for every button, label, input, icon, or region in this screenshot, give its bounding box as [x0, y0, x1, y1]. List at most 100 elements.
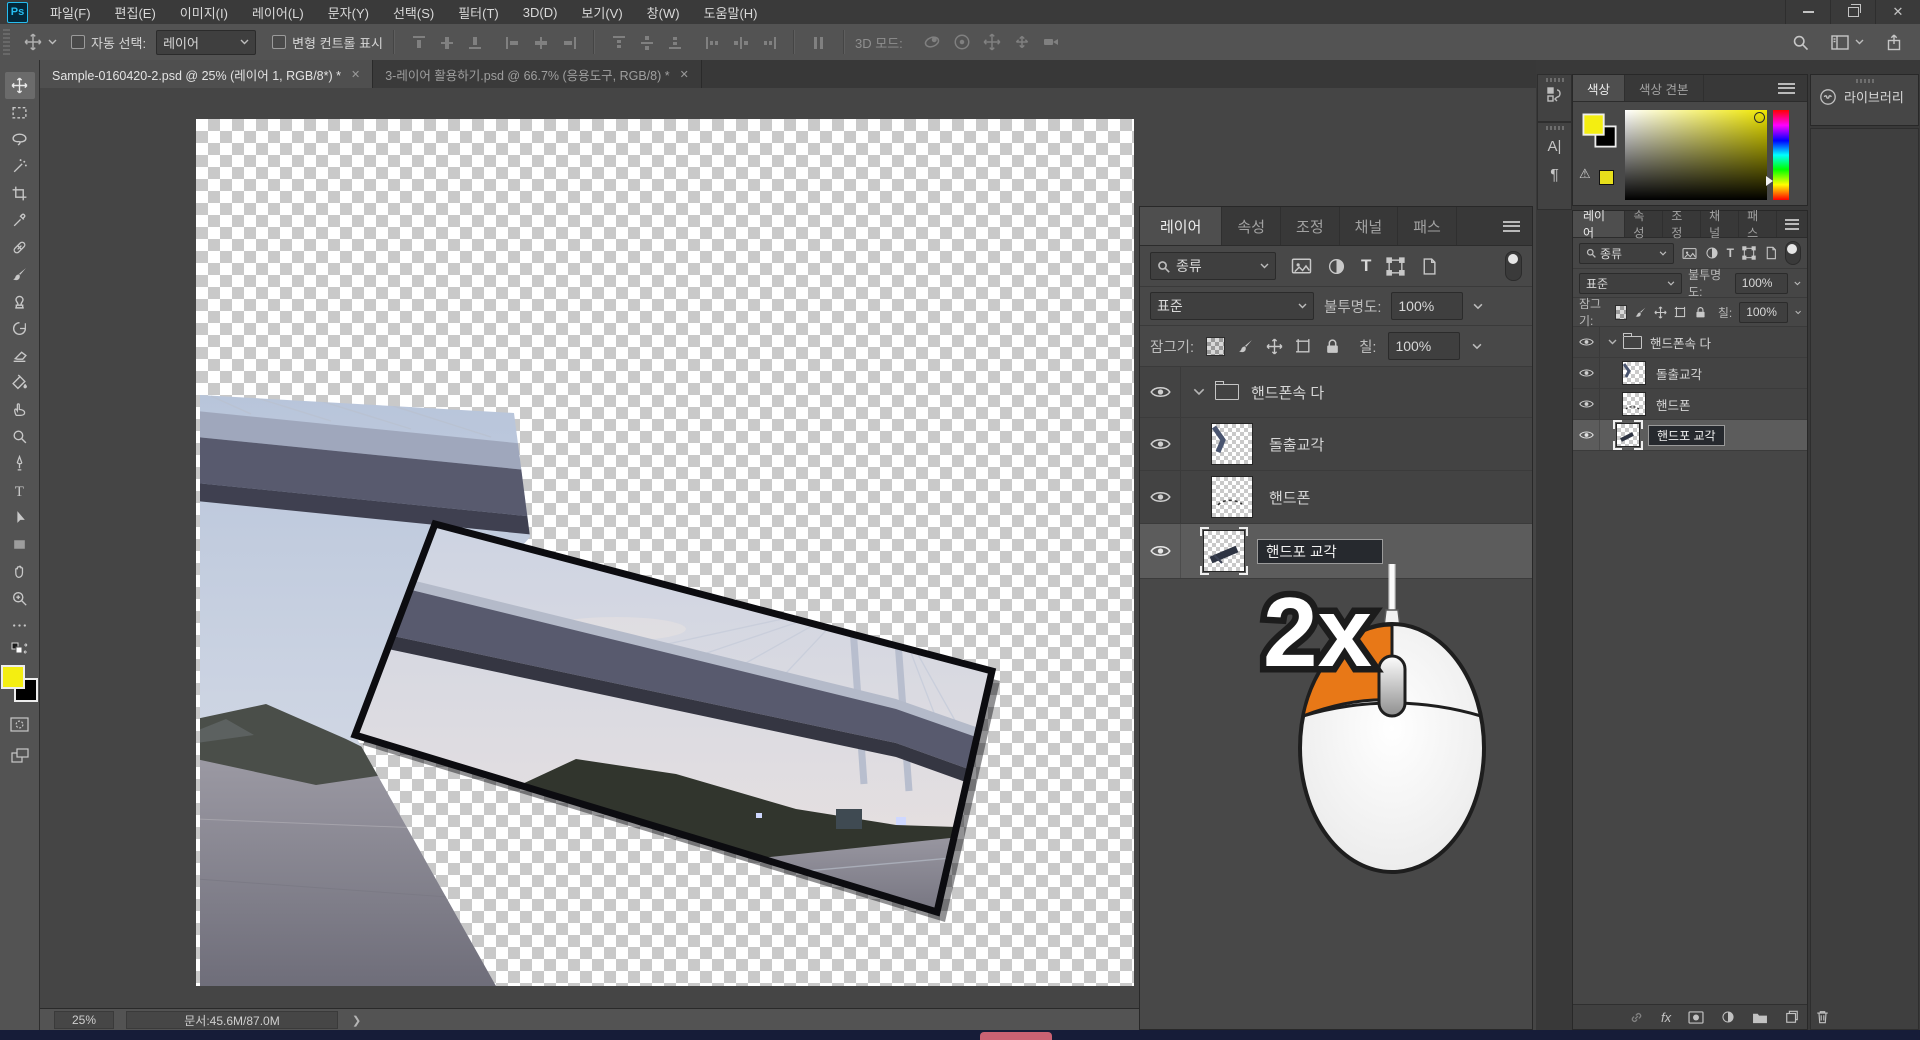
paint-bucket-tool[interactable]	[5, 369, 35, 396]
taskbar-item[interactable]	[980, 1032, 1052, 1040]
saturation-brightness-field[interactable]	[1625, 110, 1767, 200]
new-adjustment-layer-icon[interactable]	[1721, 1010, 1735, 1024]
minimize-button[interactable]	[1785, 0, 1830, 24]
layer-thumbnail[interactable]	[1211, 476, 1253, 518]
zoom-tool[interactable]	[5, 585, 35, 612]
layer-name[interactable]: 핸드폰속 다	[1251, 382, 1324, 403]
fill-chevron-icon[interactable]	[1795, 310, 1801, 315]
dodge-tool[interactable]	[5, 423, 35, 450]
tab-layers[interactable]: 레이어	[1573, 209, 1626, 240]
filter-toggle-switch[interactable]	[1505, 251, 1522, 281]
lock-transparency-icon[interactable]	[1206, 336, 1226, 356]
lock-transparency-icon[interactable]	[1614, 304, 1627, 320]
character-panel-icon[interactable]: A|	[1548, 138, 1562, 155]
layer-thumbnail-selected[interactable]	[1200, 527, 1248, 575]
lock-artboard-icon[interactable]	[1295, 338, 1312, 355]
photoshop-logo[interactable]: Ps	[7, 1, 28, 23]
layer-name[interactable]: 핸드폰	[1656, 395, 1691, 414]
visibility-toggle[interactable]	[1573, 358, 1600, 388]
new-group-icon[interactable]	[1752, 1011, 1768, 1024]
tab-close-icon[interactable]: ✕	[680, 68, 689, 81]
visibility-toggle[interactable]	[1140, 524, 1181, 578]
add-layer-mask-icon[interactable]	[1688, 1010, 1704, 1024]
close-button[interactable]: ✕	[1875, 0, 1920, 24]
quick-mask-toggle[interactable]	[5, 711, 35, 738]
menu-type[interactable]: 문자(Y)	[316, 0, 381, 24]
lock-pixels-icon[interactable]	[1237, 338, 1254, 355]
layer-effects-icon[interactable]: fx	[1661, 1010, 1671, 1025]
visibility-toggle[interactable]	[1140, 418, 1181, 470]
menu-file[interactable]: 파일(F)	[38, 0, 103, 24]
distribute-spacing-icon[interactable]	[811, 35, 827, 50]
menu-image[interactable]: 이미지(I)	[168, 0, 240, 24]
layer-row[interactable]: 돌출교각	[1140, 418, 1532, 471]
3d-roll-icon[interactable]	[953, 33, 971, 51]
opacity-field[interactable]: 100%	[1734, 272, 1789, 294]
filter-pixel-layers-icon[interactable]	[1682, 247, 1697, 260]
tab-properties[interactable]: 속성	[1625, 209, 1664, 240]
tab-swatches[interactable]: 색상 견본	[1625, 75, 1704, 101]
document-tab-active[interactable]: Sample-0160420-2.psd @ 25% (레이어 1, RGB/8…	[40, 60, 374, 88]
visibility-toggle[interactable]	[1573, 420, 1600, 450]
visibility-toggle[interactable]	[1140, 367, 1181, 417]
panel-menu-icon[interactable]	[1766, 75, 1807, 101]
tab-color[interactable]: 색상	[1573, 75, 1626, 101]
tab-adjustments[interactable]: 조정	[1663, 209, 1702, 240]
move-options-chevron-icon[interactable]	[48, 39, 57, 45]
library-panel-title[interactable]: 라이브러리	[1844, 87, 1904, 106]
marquee-tool[interactable]	[5, 99, 35, 126]
filter-pixel-layers-icon[interactable]	[1291, 257, 1312, 275]
fill-chevron-icon[interactable]	[1472, 343, 1482, 350]
blend-mode-dropdown[interactable]: 표준	[1150, 292, 1314, 320]
filter-adjustment-layers-icon[interactable]	[1327, 257, 1346, 276]
layer-row[interactable]: 돌출교각	[1573, 358, 1807, 389]
3d-rotate-icon[interactable]	[923, 33, 941, 51]
menu-layer[interactable]: 레이어(L)	[240, 0, 316, 24]
distribute-top-icon[interactable]	[611, 35, 627, 50]
filter-shape-layers-icon[interactable]	[1742, 246, 1756, 260]
filter-shape-layers-icon[interactable]	[1386, 256, 1406, 276]
opacity-field[interactable]: 100%	[1391, 292, 1464, 320]
filter-type-layers-icon[interactable]: T	[1727, 246, 1734, 260]
tab-adjustments[interactable]: 조정	[1281, 207, 1340, 245]
zoom-level-field[interactable]: 25%	[54, 1011, 114, 1029]
move-tool[interactable]	[4, 72, 35, 99]
visibility-toggle[interactable]	[1140, 471, 1181, 523]
visibility-toggle[interactable]	[1573, 389, 1600, 419]
fill-field[interactable]: 100%	[1388, 332, 1461, 360]
filter-smart-objects-icon[interactable]	[1420, 257, 1437, 276]
link-layers-icon[interactable]	[1629, 1010, 1644, 1025]
layer-group-row[interactable]: 핸드폰속 다	[1573, 327, 1807, 358]
layer-row[interactable]: 핸드폰	[1140, 471, 1532, 524]
align-left-icon[interactable]	[505, 35, 521, 50]
align-hcenter-icon[interactable]	[533, 35, 549, 50]
history-brush-tool[interactable]	[5, 315, 35, 342]
tab-channels[interactable]: 채널	[1701, 209, 1740, 240]
gamut-warning-icon[interactable]: ⚠	[1579, 166, 1591, 182]
tab-paths[interactable]: 패스	[1739, 209, 1777, 240]
layer-group-row[interactable]: 핸드폰속 다	[1140, 367, 1532, 418]
auto-select-checkbox[interactable]	[71, 35, 85, 49]
panel-drag-handle[interactable]	[1545, 78, 1564, 82]
clone-stamp-tool[interactable]	[5, 288, 35, 315]
paragraph-panel-icon[interactable]: ¶	[1550, 167, 1559, 185]
menu-filter[interactable]: 필터(T)	[446, 0, 511, 24]
3d-drag-icon[interactable]	[983, 33, 1001, 51]
menu-view[interactable]: 보기(V)	[569, 0, 634, 24]
shape-tool[interactable]	[5, 531, 35, 558]
align-right-icon[interactable]	[561, 35, 577, 50]
lock-artboard-icon[interactable]	[1674, 306, 1687, 319]
visibility-toggle[interactable]	[1573, 327, 1600, 357]
lock-position-icon[interactable]	[1266, 338, 1283, 355]
new-layer-icon[interactable]	[1785, 1010, 1799, 1024]
lasso-tool[interactable]	[5, 126, 35, 153]
menu-window[interactable]: 창(W)	[635, 0, 692, 24]
tab-layers[interactable]: 레이어	[1140, 207, 1223, 245]
status-chevron-icon[interactable]: ❯	[352, 1014, 361, 1027]
blend-mode-dropdown[interactable]: 표준	[1579, 272, 1683, 294]
show-transform-checkbox[interactable]	[272, 35, 287, 49]
group-expand-chevron-icon[interactable]	[1608, 339, 1617, 345]
hand-tool[interactable]	[5, 558, 35, 585]
lock-all-icon[interactable]	[1694, 306, 1707, 319]
brush-settings-panel-icon[interactable]	[1546, 86, 1564, 104]
